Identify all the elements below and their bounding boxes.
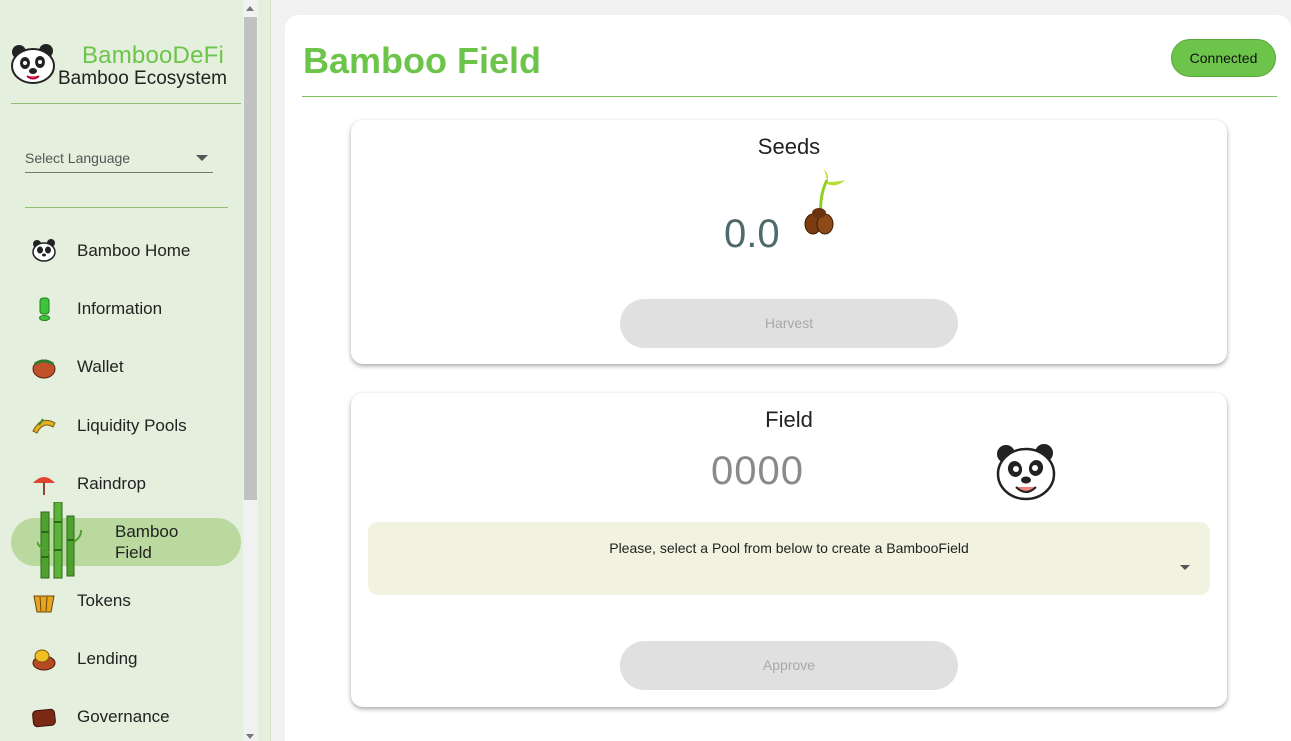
sidebar-item-label: Liquidity Pools xyxy=(77,416,187,435)
divider xyxy=(302,96,1277,97)
panda-logo-icon xyxy=(11,44,55,84)
page-title: Bamboo Field xyxy=(303,40,542,81)
sidebar: BambooDeFi Bamboo Ecosystem Select Langu… xyxy=(0,0,243,741)
sidebar-item-wallet[interactable]: Wallet xyxy=(0,343,243,389)
sidebar-item-bamboo-home[interactable]: Bamboo Home xyxy=(0,227,243,273)
sidebar-scrollbar[interactable] xyxy=(243,0,258,741)
panda-icon xyxy=(996,444,1056,501)
governance-icon xyxy=(32,708,56,728)
sidebar-item-liquidity-pools[interactable]: Liquidity Pools xyxy=(0,402,243,448)
sidebar-item-bamboo-field[interactable]: Bamboo Field xyxy=(11,502,241,579)
wallet-icon xyxy=(32,359,56,379)
field-title: Field xyxy=(765,407,813,432)
divider xyxy=(25,207,228,208)
scrollbar-thumb[interactable] xyxy=(244,17,257,500)
seeds-title: Seeds xyxy=(757,134,821,159)
sprout-icon xyxy=(804,168,845,235)
sidebar-item-lending[interactable]: Lending xyxy=(0,635,243,681)
seeds-value: 0.0 xyxy=(724,212,780,256)
chevron-down-icon xyxy=(1180,565,1190,570)
harvest-button[interactable]: Harvest xyxy=(620,299,958,348)
sidebar-item-label: Bamboo Field xyxy=(115,522,179,562)
field-card: Field 0000 Please, select a Pool from be… xyxy=(351,393,1227,707)
lending-icon xyxy=(32,649,56,671)
divider xyxy=(270,0,271,741)
pools-icon xyxy=(32,418,56,434)
sidebar-item-label: Information xyxy=(77,299,163,318)
sidebar-item-label: Tokens xyxy=(77,591,131,610)
approve-button[interactable]: Approve xyxy=(620,641,958,690)
connected-button[interactable]: Connected xyxy=(1171,39,1276,77)
scroll-up-arrow-icon[interactable] xyxy=(246,6,254,11)
info-icon xyxy=(39,297,50,321)
sidebar-item-governance[interactable]: Governance xyxy=(0,693,243,739)
tokens-icon xyxy=(33,595,55,613)
main-panel: Bamboo Field Connected Seeds 0.0 Harvest… xyxy=(285,15,1291,741)
brand-subtitle: Bamboo Ecosystem xyxy=(58,68,227,89)
sidebar-item-tokens[interactable]: Tokens xyxy=(0,577,243,623)
seeds-card: Seeds 0.0 Harvest xyxy=(351,120,1227,364)
sidebar-item-information[interactable]: Information xyxy=(0,285,243,331)
divider xyxy=(11,103,241,104)
umbrella-icon xyxy=(33,477,55,495)
pool-select[interactable]: Please, select a Pool from below to crea… xyxy=(368,522,1210,595)
brand[interactable]: BambooDeFi Bamboo Ecosystem xyxy=(10,40,240,92)
sidebar-item-label: Bamboo Home xyxy=(77,241,191,260)
language-select[interactable]: Select Language xyxy=(25,142,213,173)
sidebar-item-label: Governance xyxy=(77,707,170,726)
language-select-label: Select Language xyxy=(25,150,131,166)
field-value: 0000 xyxy=(711,449,804,493)
panda-icon xyxy=(32,239,56,262)
brand-title: BambooDeFi xyxy=(81,42,225,69)
sidebar-edge xyxy=(258,0,270,741)
chevron-down-icon xyxy=(196,155,208,161)
sidebar-item-label: Lending xyxy=(77,649,138,668)
sidebar-item-label: Wallet xyxy=(77,357,124,376)
pool-select-label: Please, select a Pool from below to crea… xyxy=(609,540,969,556)
bamboo-icon xyxy=(37,502,83,579)
scroll-down-arrow-icon[interactable] xyxy=(246,734,254,739)
sidebar-item-raindrop[interactable]: Raindrop xyxy=(0,460,243,506)
sidebar-item-label: Raindrop xyxy=(77,474,146,493)
